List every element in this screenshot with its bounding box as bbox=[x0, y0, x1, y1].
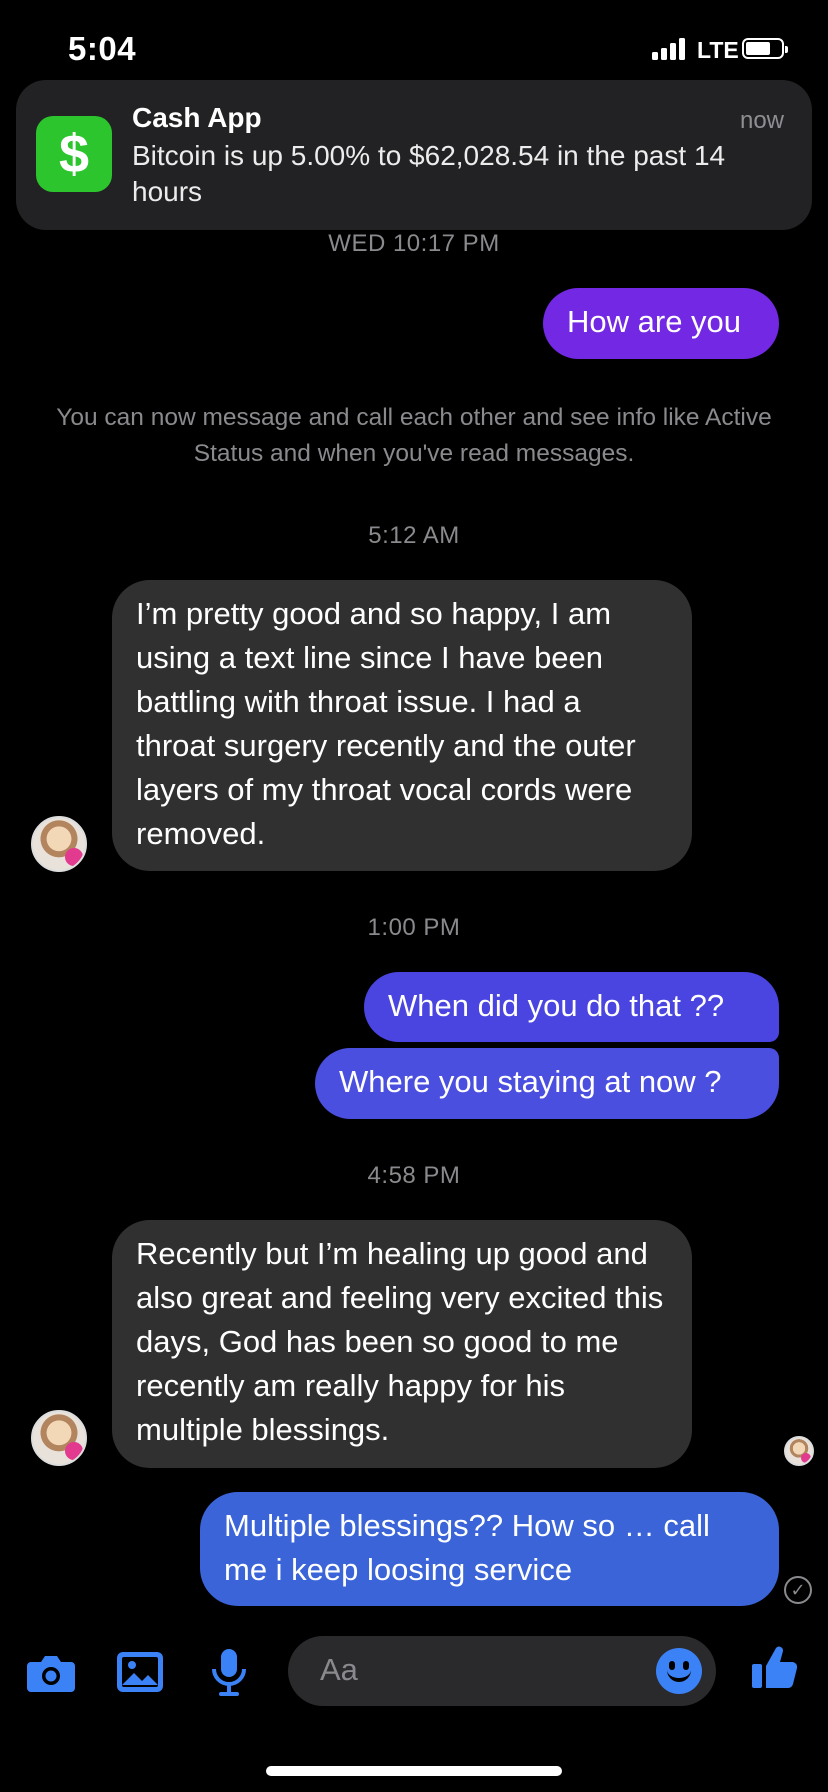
incoming-message[interactable]: Recently but I’m healing up good and als… bbox=[112, 1220, 692, 1468]
timestamp: 1:00 PM bbox=[367, 914, 461, 941]
system-message: You can now message and call each other … bbox=[56, 404, 772, 467]
cellular-signal-icon bbox=[652, 36, 685, 60]
home-indicator[interactable] bbox=[266, 1766, 562, 1776]
incoming-message[interactable]: I’m pretty good and so happy, I am using… bbox=[112, 580, 692, 871]
microphone-icon[interactable] bbox=[202, 1645, 256, 1699]
notification-time: now bbox=[739, 107, 784, 134]
camera-icon[interactable] bbox=[24, 1645, 78, 1699]
battery-icon bbox=[742, 38, 788, 59]
contact-avatar[interactable] bbox=[31, 816, 87, 872]
outgoing-message[interactable]: Multiple blessings?? How so … call me i … bbox=[200, 1492, 779, 1606]
status-time: 5:04 bbox=[68, 30, 137, 67]
contact-avatar[interactable] bbox=[31, 1410, 87, 1466]
photo-icon[interactable] bbox=[113, 1645, 167, 1699]
emoji-icon[interactable] bbox=[656, 1648, 702, 1694]
network-label: LTE bbox=[697, 37, 739, 63]
sent-check-icon: ✓ bbox=[784, 1576, 812, 1604]
timestamp: WED 10:17 PM bbox=[328, 230, 500, 257]
cash-app-icon: $ bbox=[36, 116, 112, 192]
read-receipt-avatar bbox=[784, 1436, 814, 1466]
notification-app-name: Cash App bbox=[132, 102, 262, 133]
timestamp: 5:12 AM bbox=[368, 522, 460, 549]
outgoing-message[interactable]: How are you bbox=[543, 288, 779, 359]
outgoing-message[interactable]: When did you do that ?? bbox=[364, 972, 779, 1042]
thumbs-up-icon[interactable] bbox=[748, 1640, 802, 1694]
notification-body: Bitcoin is up 5.00% to $62,028.54 in the… bbox=[132, 140, 726, 207]
timestamp: 4:58 PM bbox=[367, 1162, 461, 1189]
message-input-placeholder: Aa bbox=[320, 1652, 358, 1687]
outgoing-message[interactable]: Where you staying at now ? bbox=[315, 1048, 779, 1119]
